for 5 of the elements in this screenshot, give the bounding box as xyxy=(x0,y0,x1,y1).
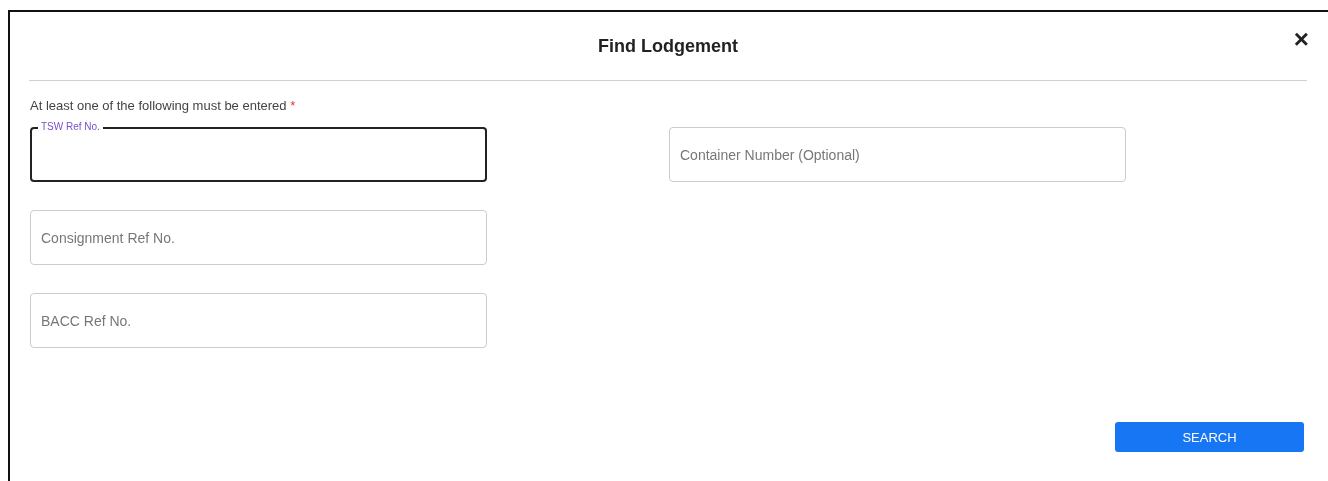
close-button[interactable]: × xyxy=(1293,26,1309,52)
field-label: TSW Ref No. xyxy=(38,122,103,132)
dialog-title: Find Lodgement xyxy=(598,35,738,57)
search-button[interactable]: SEARCH xyxy=(1115,422,1304,452)
instruction-text: At least one of the following must be entered * xyxy=(30,98,297,113)
